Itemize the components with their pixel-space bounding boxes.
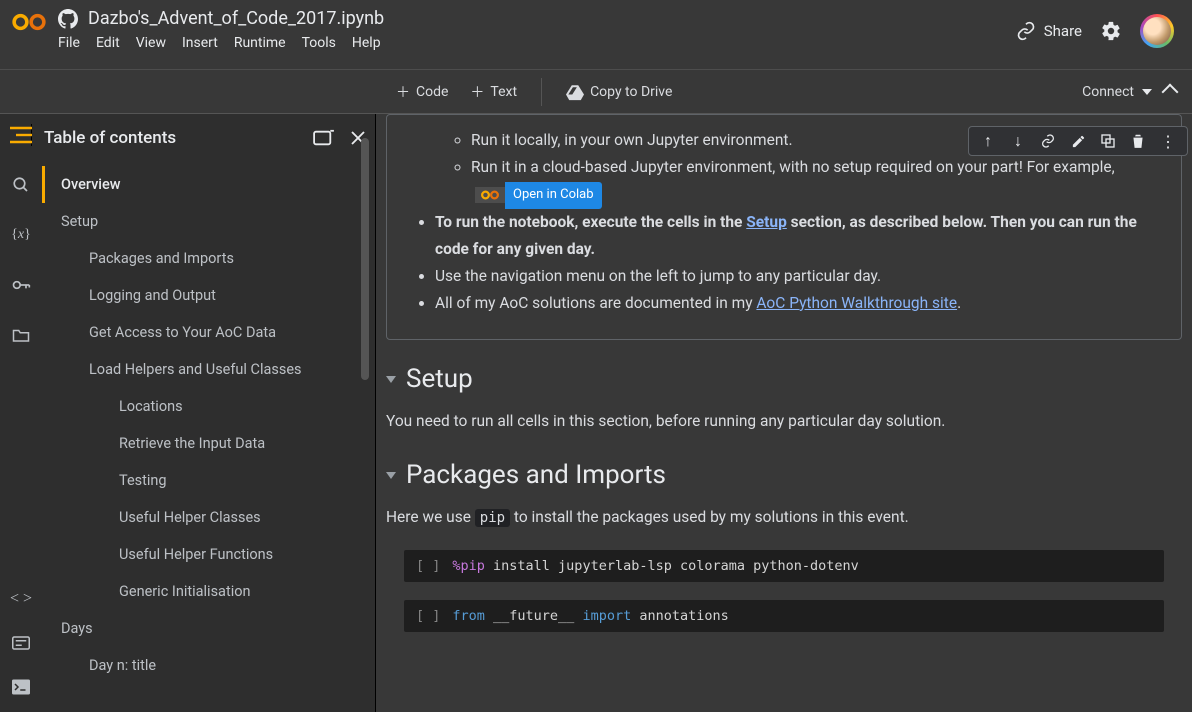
variables-icon[interactable]: {x} <box>10 224 32 246</box>
overview-text: . <box>957 294 961 312</box>
overview-bullet: To run the notebook, execute the cells i… <box>435 209 1161 263</box>
mirror-cell-icon[interactable] <box>1099 132 1117 150</box>
github-icon <box>58 9 78 29</box>
walkthrough-link[interactable]: AoC Python Walkthrough site <box>756 294 957 312</box>
toc-item[interactable]: Setup <box>42 203 375 240</box>
badge-label: Open in Colab <box>505 182 602 209</box>
menu-view[interactable]: View <box>136 35 166 51</box>
exec-indicator[interactable]: [ ] <box>404 550 452 582</box>
menu-bar: File Edit View Insert Runtime Tools Help <box>58 35 1016 51</box>
menu-help[interactable]: Help <box>352 35 381 51</box>
delete-icon[interactable] <box>1129 132 1147 150</box>
packages-heading[interactable]: Packages and Imports <box>386 460 1164 490</box>
drive-icon <box>566 83 584 101</box>
collapse-icon[interactable] <box>386 472 396 479</box>
code-token: import <box>582 608 631 624</box>
menu-tools[interactable]: Tools <box>302 35 336 51</box>
toc-item[interactable]: Packages and Imports <box>42 240 375 277</box>
pip-code: pip <box>475 509 510 527</box>
pkg-text-1: Here we use <box>386 508 475 526</box>
menu-file[interactable]: File <box>58 35 80 51</box>
collapse-header-button[interactable] <box>1162 83 1179 100</box>
toc-scrollbar[interactable] <box>361 138 369 380</box>
toc-item[interactable]: Locations <box>42 388 375 425</box>
move-up-icon[interactable]: ↑ <box>979 132 997 150</box>
notebook-title[interactable]: Dazbo's_Advent_of_Code_2017.ipynb <box>88 8 384 29</box>
setup-description: You need to run all cells in this sectio… <box>386 412 1164 430</box>
files-icon[interactable] <box>10 324 32 346</box>
code-token: from <box>452 608 485 624</box>
code-cell[interactable]: [ ] from __future__ import annotations <box>404 600 1164 632</box>
menu-runtime[interactable]: Runtime <box>234 35 286 51</box>
code-cell[interactable]: [ ] %pip install jupyterlab-lsp colorama… <box>404 550 1164 582</box>
toc-item[interactable]: Days <box>42 610 375 647</box>
connect-button[interactable]: Connect <box>1082 84 1152 100</box>
move-down-icon[interactable]: ↓ <box>1009 132 1027 150</box>
packages-heading-label: Packages and Imports <box>406 460 666 490</box>
add-code-label: Code <box>416 84 448 100</box>
separator <box>541 78 542 106</box>
toc-item[interactable]: Testing <box>42 462 375 499</box>
pkg-text-2: to install the packages used by my solut… <box>510 508 909 526</box>
setup-heading[interactable]: Setup <box>386 364 1164 394</box>
copy-to-drive-button[interactable]: Copy to Drive <box>566 83 672 101</box>
toc-item[interactable]: Retrieve the Input Data <box>42 425 375 462</box>
overview-bullet: All of my AoC solutions are documented i… <box>435 290 1161 317</box>
new-section-icon[interactable] <box>313 129 335 147</box>
toc-item[interactable]: Logging and Output <box>42 277 375 314</box>
exec-indicator[interactable]: [ ] <box>404 600 452 632</box>
toc-item[interactable]: Day n: title <box>42 647 375 684</box>
overview-text: Run it in a cloud-based Jupyter environm… <box>471 158 1115 176</box>
more-icon[interactable]: ⋮ <box>1159 132 1177 150</box>
plus-icon: ＋ <box>396 82 410 102</box>
link-icon <box>1016 21 1036 41</box>
menu-insert[interactable]: Insert <box>182 35 218 51</box>
add-text-label: Text <box>490 84 517 100</box>
code-snippets-icon[interactable]: < > <box>10 588 32 610</box>
search-icon[interactable] <box>10 174 32 196</box>
toc-item[interactable]: Load Helpers and Useful Classes <box>42 351 375 388</box>
code-token: install jupyterlab-lsp colorama python-d… <box>485 558 859 574</box>
share-label: Share <box>1044 22 1082 40</box>
overview-text: All of my AoC solutions are documented i… <box>435 294 756 312</box>
caret-down-icon <box>1142 89 1152 95</box>
copy-to-drive-label: Copy to Drive <box>590 84 672 100</box>
share-button[interactable]: Share <box>1016 21 1082 41</box>
setup-link[interactable]: Setup <box>746 213 787 231</box>
toc-title: Table of contents <box>44 128 176 148</box>
overview-text: To run the notebook, execute the cells i… <box>435 213 746 231</box>
plus-icon: ＋ <box>470 82 484 102</box>
edit-icon[interactable] <box>1069 132 1087 150</box>
setup-heading-label: Setup <box>406 364 473 394</box>
connect-label: Connect <box>1082 84 1134 100</box>
packages-description: Here we use pip to install the packages … <box>386 508 1164 526</box>
code-token: __future__ <box>485 608 583 624</box>
colab-logo[interactable] <box>0 0 58 34</box>
cell-link-icon[interactable] <box>1039 132 1057 150</box>
overview-bullet: Use the navigation menu on the left to j… <box>435 263 1161 290</box>
account-avatar[interactable] <box>1140 14 1174 48</box>
menu-edit[interactable]: Edit <box>96 35 120 51</box>
toc-item[interactable]: Generic Initialisation <box>42 573 375 610</box>
command-palette-icon[interactable] <box>10 632 32 654</box>
toc-item[interactable]: Overview <box>42 166 375 203</box>
open-in-colab-badge[interactable]: Open in Colab <box>475 182 602 209</box>
settings-icon[interactable] <box>1100 20 1122 42</box>
add-code-button[interactable]: ＋ Code <box>396 82 448 102</box>
toc-item[interactable]: Get Access to Your AoC Data <box>42 314 375 351</box>
add-text-button[interactable]: ＋ Text <box>470 82 517 102</box>
toc-icon[interactable] <box>10 124 32 146</box>
cell-toolbar: ↑ ↓ ⋮ <box>968 126 1188 156</box>
overview-bullet: Run it in a cloud-based Jupyter environm… <box>471 154 1161 208</box>
toc-list: OverviewSetupPackages and ImportsLogging… <box>42 166 375 684</box>
secrets-icon[interactable] <box>10 274 32 296</box>
code-token: %pip <box>452 558 485 574</box>
code-token: annotations <box>631 608 729 624</box>
toc-item[interactable]: Useful Helper Functions <box>42 536 375 573</box>
toc-item[interactable]: Useful Helper Classes <box>42 499 375 536</box>
collapse-icon[interactable] <box>386 376 396 383</box>
terminal-icon[interactable] <box>10 676 32 698</box>
